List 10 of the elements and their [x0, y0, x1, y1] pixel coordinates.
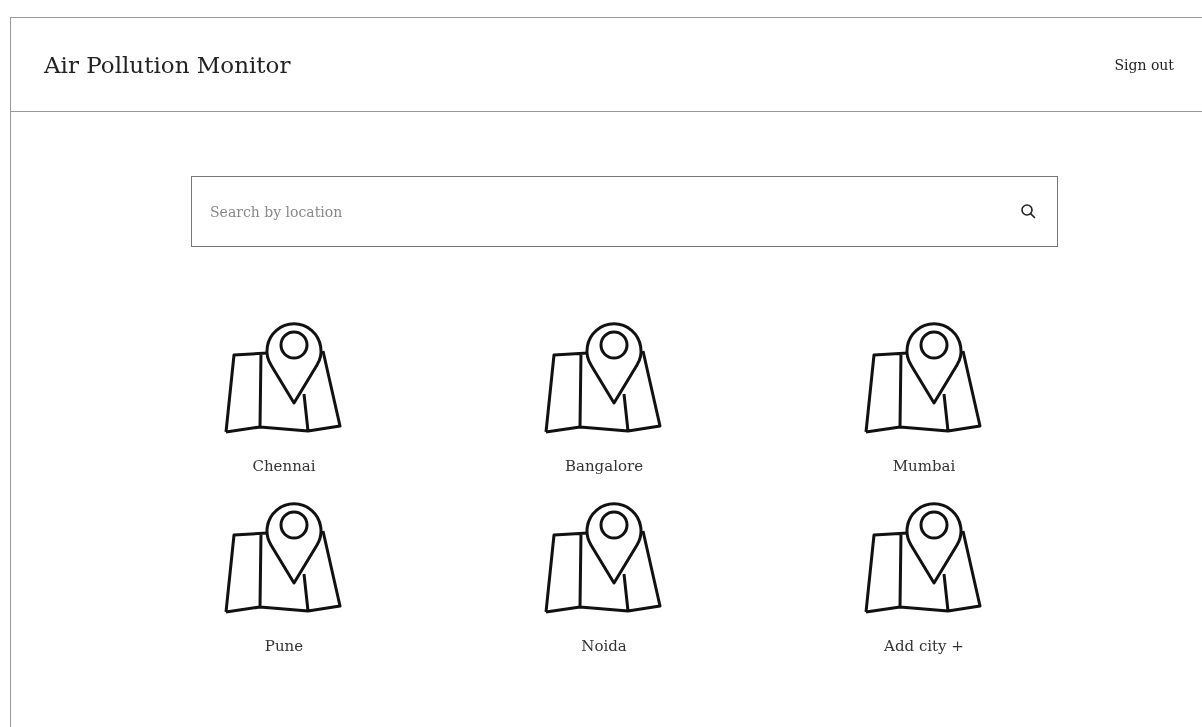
city-label[interactable]: Noida	[581, 637, 627, 655]
city-label[interactable]: Chennai	[252, 457, 316, 475]
city-label[interactable]: Add city +	[884, 637, 964, 655]
city-label[interactable]: Pune	[264, 637, 304, 655]
search-field[interactable]: Search by location	[191, 176, 1058, 247]
search-icon[interactable]	[1020, 203, 1036, 219]
city-label[interactable]: Bangalore	[564, 457, 643, 475]
city-label[interactable]: Mumbai	[892, 457, 956, 475]
app-title: Air Pollution Monitor	[44, 51, 291, 78]
sign-out-link[interactable]: Sign out	[1114, 56, 1174, 73]
